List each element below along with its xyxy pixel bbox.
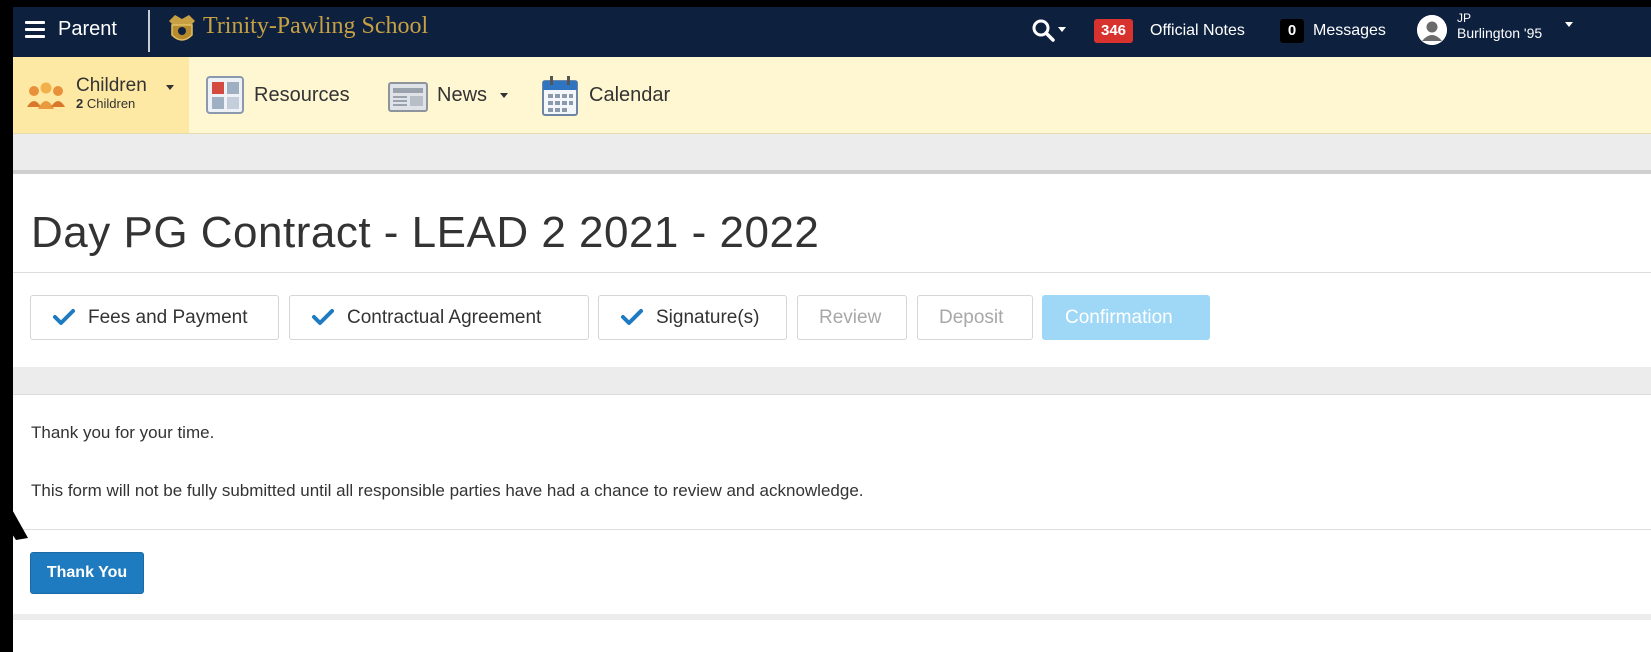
hamburger-icon[interactable] [25, 21, 45, 41]
children-count: 2 Children [76, 96, 136, 111]
news-label: News [437, 84, 488, 106]
step-signatures[interactable]: Signature(s) [598, 295, 787, 340]
people-icon [27, 82, 65, 109]
avatar-icon[interactable] [1417, 15, 1447, 45]
official-notes-link[interactable]: Official Notes [1150, 19, 1245, 43]
calendar-label: Calendar [589, 84, 671, 106]
step-label: Deposit [939, 307, 1004, 328]
search-caret-icon[interactable] [1058, 27, 1066, 32]
children-caret-icon [166, 85, 174, 90]
step-fees-and-payment[interactable]: Fees and Payment [30, 295, 279, 340]
content-divider [13, 529, 1651, 530]
step-label: Fees and Payment [88, 307, 248, 328]
screen-edge-top [0, 0, 1651, 7]
children-label: Children [76, 75, 147, 96]
secondary-navbar: Children 2 Children Resources News Calen… [13, 57, 1651, 134]
title-divider [13, 272, 1651, 273]
step-confirmation: Confirmation [1042, 295, 1210, 340]
screen-edge-left [0, 0, 13, 652]
search-icon[interactable] [1031, 18, 1057, 44]
calendar-icon[interactable] [541, 75, 579, 117]
school-name-logo[interactable]: Trinity-Pawling School [203, 12, 428, 40]
user-class-year[interactable]: Burlington '95 [1457, 25, 1542, 41]
step-contractual-agreement[interactable]: Contractual Agreement [289, 295, 589, 340]
content-separator [13, 367, 1651, 395]
role-menu-label[interactable]: Parent [58, 16, 117, 42]
step-deposit: Deposit [917, 295, 1033, 340]
checkmark-icon [621, 309, 643, 325]
newspaper-icon[interactable] [388, 81, 428, 113]
news-caret-icon[interactable] [500, 93, 508, 98]
step-label: Confirmation [1065, 307, 1173, 328]
footer-separator [13, 614, 1651, 620]
step-review: Review [797, 295, 907, 340]
checkmark-icon [53, 309, 75, 325]
user-menu-caret-icon[interactable] [1565, 22, 1573, 27]
user-initials[interactable]: JP [1457, 11, 1471, 25]
crest-icon[interactable] [165, 11, 199, 47]
messages-badge[interactable]: 0 [1280, 19, 1304, 43]
resources-label: Resources [254, 84, 350, 106]
thank-you-button[interactable]: Thank You [30, 552, 144, 594]
page-title: Day PG Contract - LEAD 2 2021 - 2022 [31, 208, 820, 257]
nav-divider [148, 10, 150, 52]
submission-notice: This form will not be fully submitted un… [31, 481, 864, 500]
top-navbar: Parent Trinity-Pawling School 346 Offici… [13, 7, 1651, 57]
resources-icon[interactable] [205, 75, 245, 115]
mouse-pointer-icon [0, 488, 28, 540]
step-label: Signature(s) [656, 307, 760, 328]
step-label: Review [819, 307, 882, 328]
header-separator [13, 134, 1651, 174]
checkmark-icon [312, 309, 334, 325]
step-label: Contractual Agreement [347, 307, 542, 328]
messages-link[interactable]: Messages [1313, 19, 1386, 43]
nav-children[interactable]: Children 2 Children [13, 57, 189, 133]
official-notes-badge[interactable]: 346 [1094, 19, 1134, 43]
thanks-message: Thank you for your time. [31, 423, 215, 442]
